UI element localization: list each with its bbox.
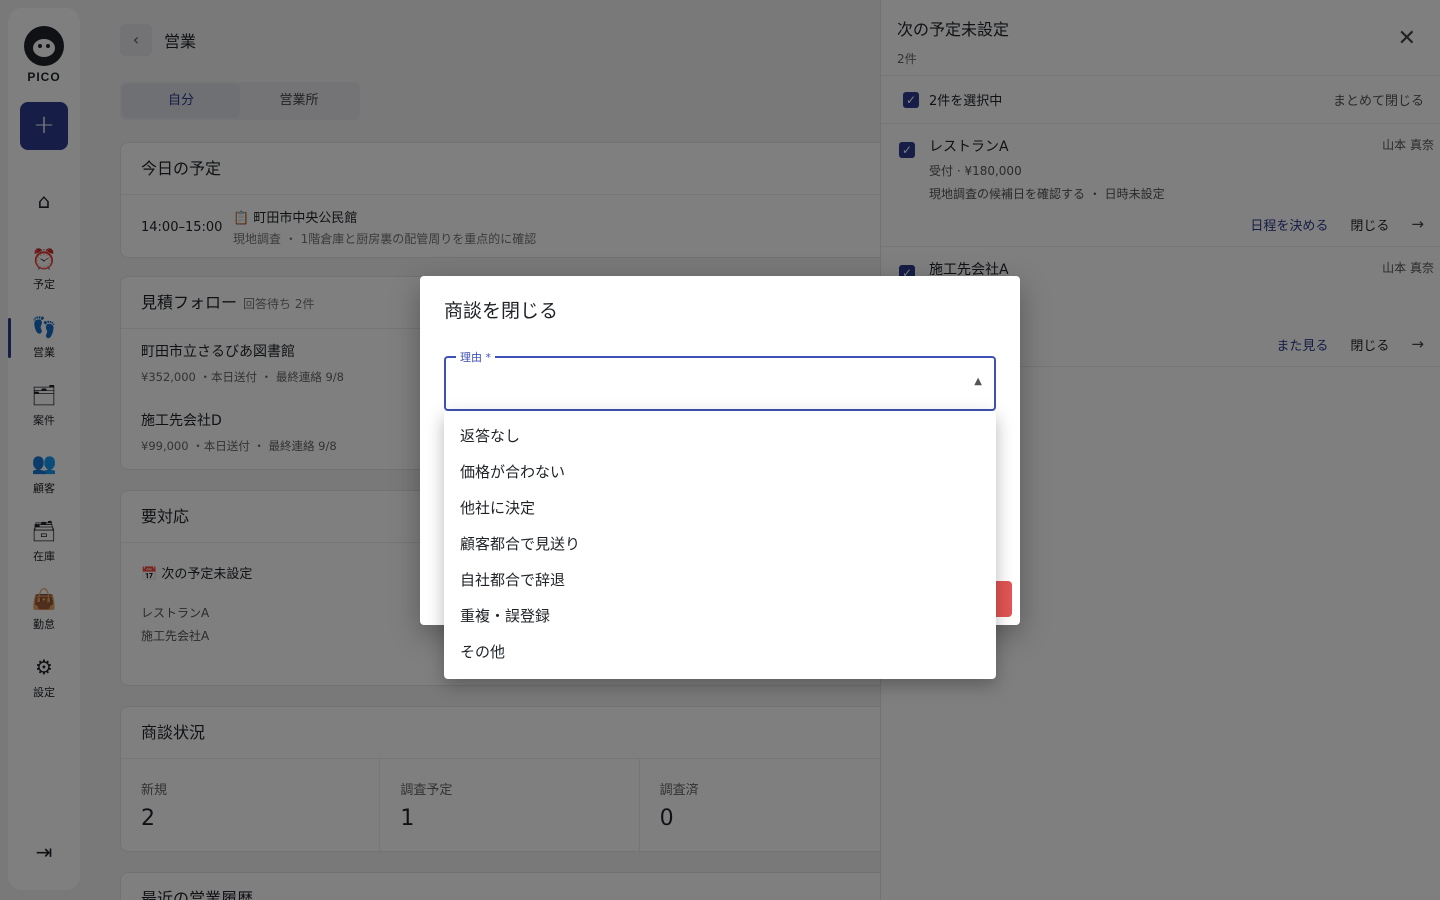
dialog-title: 商談を閉じる	[444, 300, 559, 322]
menu-item-chose-competitor[interactable]: 他社に決定	[444, 490, 996, 526]
reason-select[interactable]: 理由 * ▲	[444, 349, 996, 411]
menu-item-duplicate[interactable]: 重複・誤登録	[444, 598, 996, 634]
menu-item-customer-postponed[interactable]: 顧客都合で見送り	[444, 526, 996, 562]
menu-item-price-mismatch[interactable]: 価格が合わない	[444, 454, 996, 490]
caret-up-icon: ▲	[974, 376, 982, 387]
menu-item-other[interactable]: その他	[444, 634, 996, 670]
menu-item-company-declined[interactable]: 自社都合で辞退	[444, 562, 996, 598]
menu-item-no-reply[interactable]: 返答なし	[444, 418, 996, 454]
reason-dropdown-menu: 返答なし 価格が合わない 他社に決定 顧客都合で見送り 自社都合で辞退 重複・誤…	[444, 411, 996, 679]
reason-field-label: 理由 *	[456, 349, 495, 365]
